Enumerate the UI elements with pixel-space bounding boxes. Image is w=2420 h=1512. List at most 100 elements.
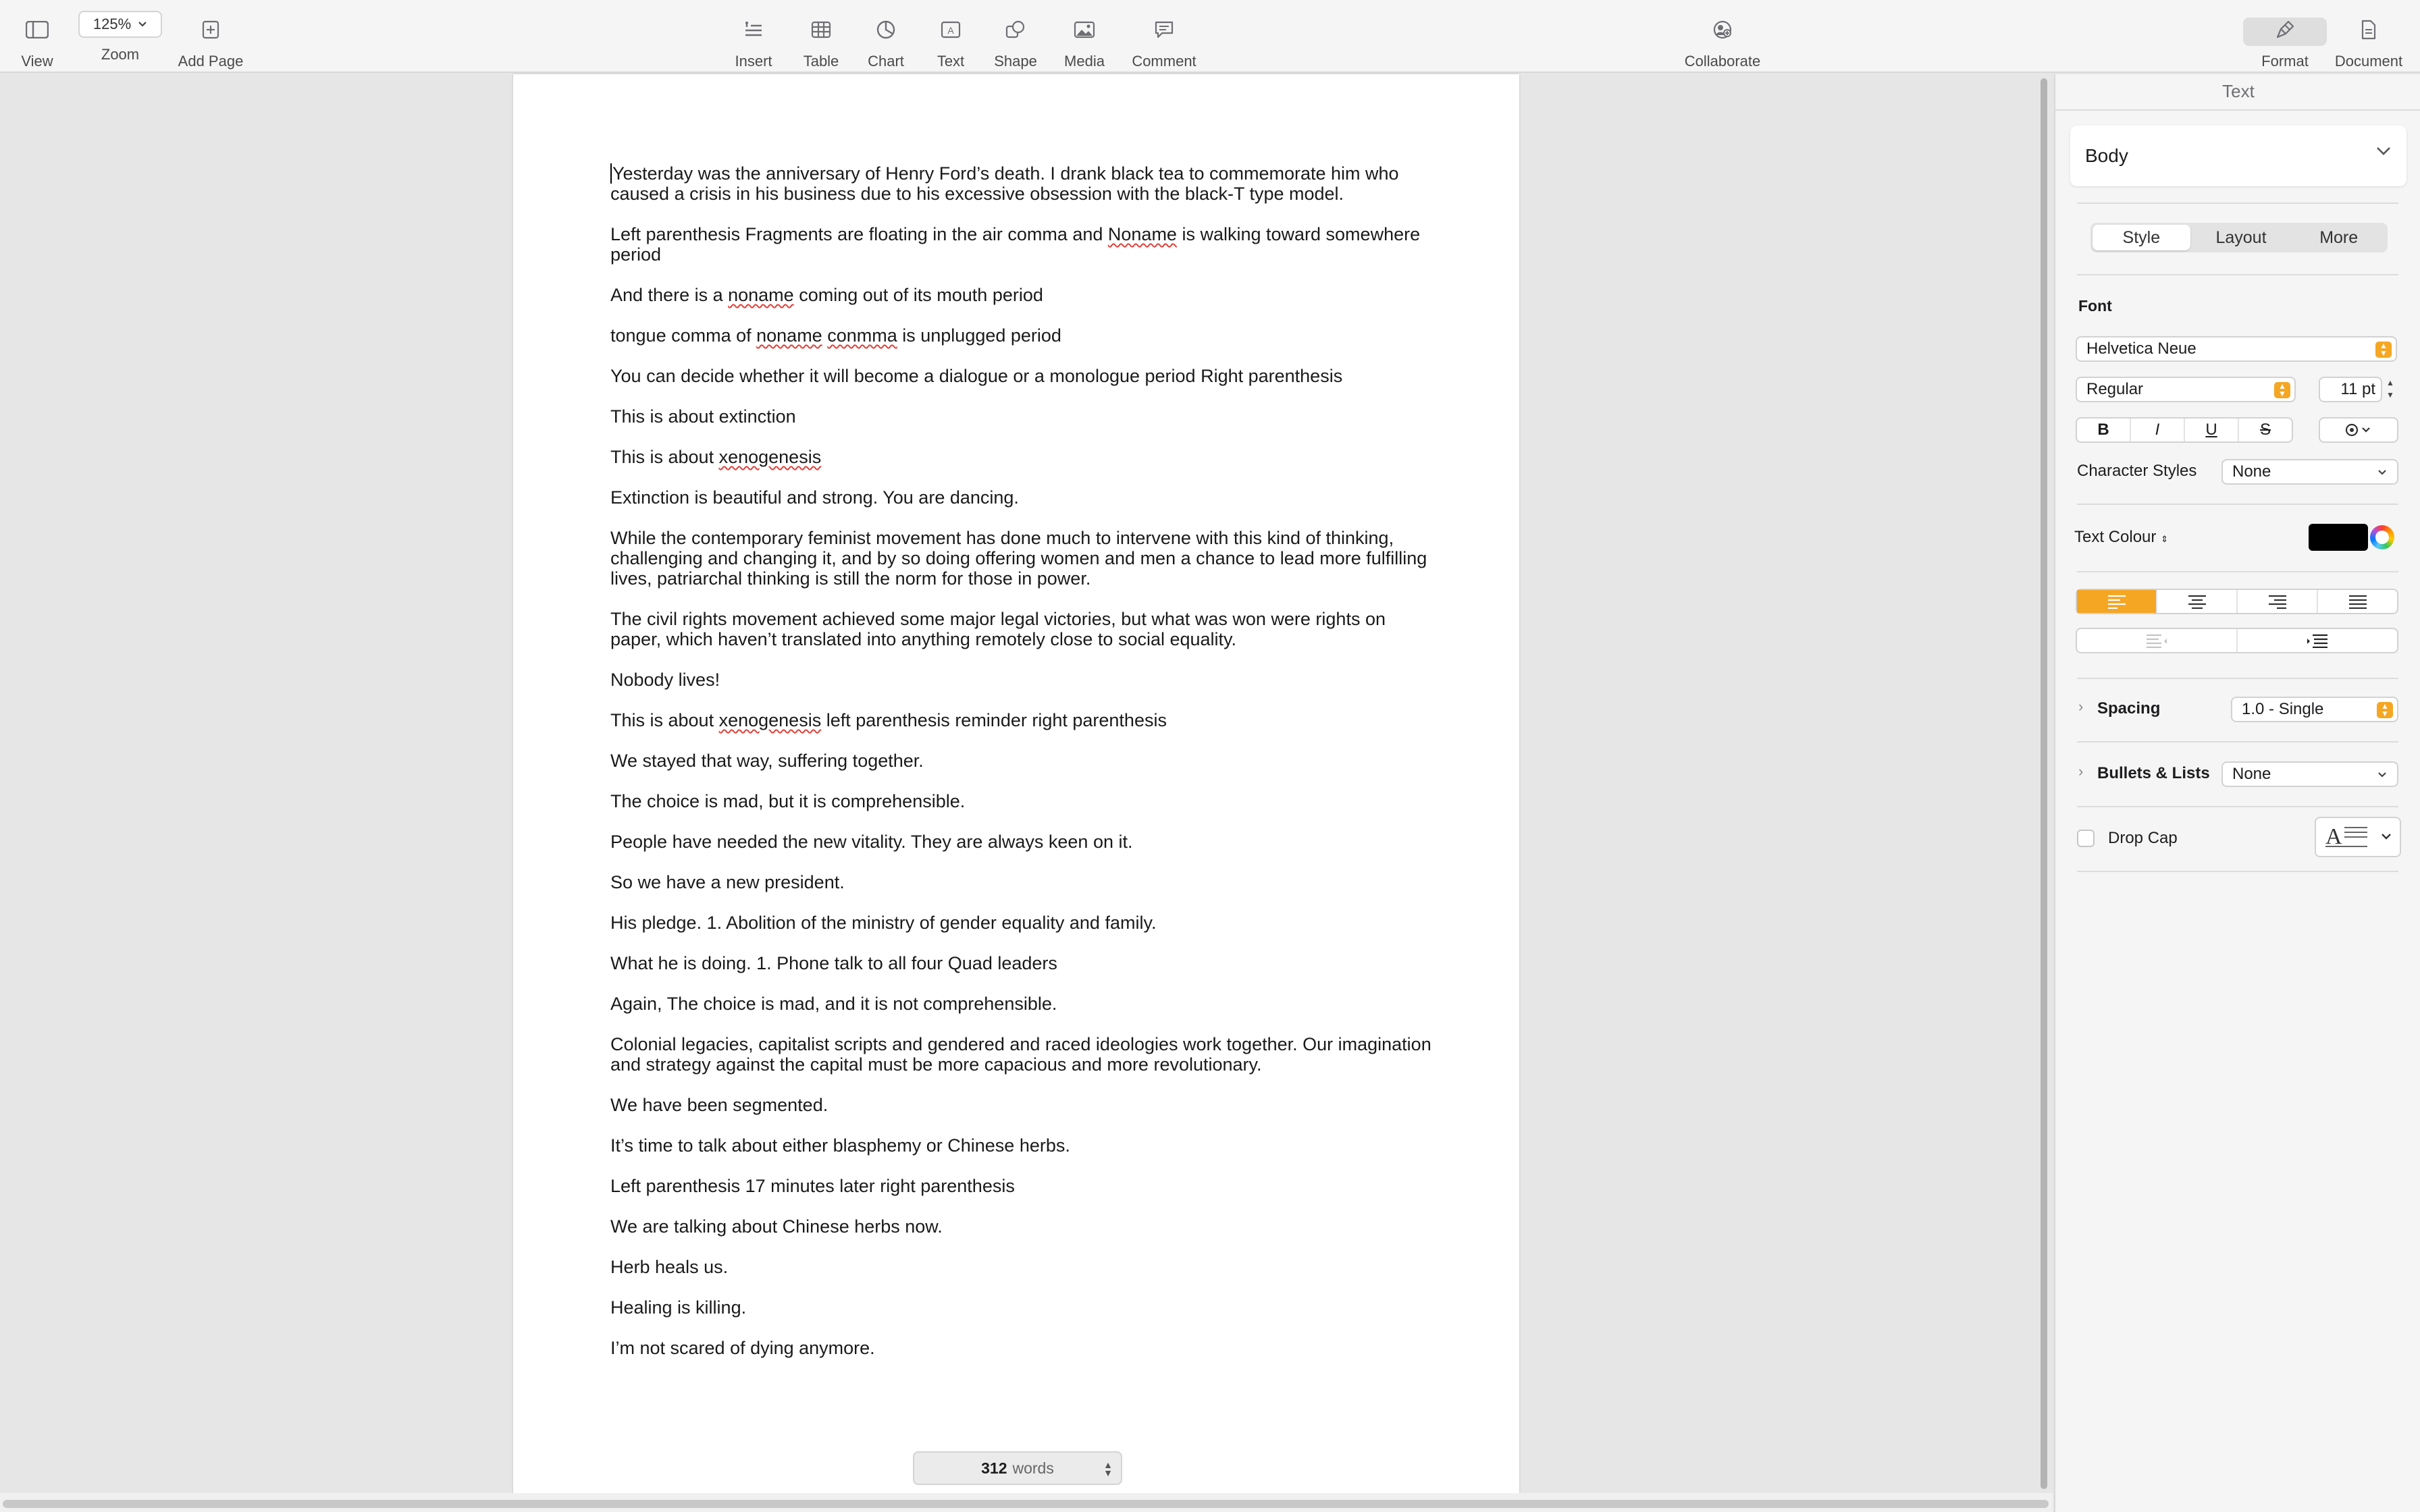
inspector-tabs: Style Layout More — [2090, 223, 2388, 252]
document-paragraph[interactable]: Extinction is beautiful and strong. You … — [610, 487, 1434, 508]
document-paragraph[interactable]: And there is a noname coming out of its … — [610, 285, 1434, 305]
spacing-popup[interactable]: 1.0 - Single ▲ ▼ — [2231, 697, 2398, 722]
chart-button[interactable]: Chart — [859, 11, 913, 72]
tab-layout[interactable]: Layout — [2192, 223, 2290, 252]
underline-button[interactable]: U — [2185, 418, 2239, 441]
word-count-badge[interactable]: 312 words ▲ ▼ — [913, 1451, 1122, 1485]
font-size-field[interactable]: 11 pt — [2319, 377, 2382, 402]
paragraph-style-popup[interactable]: Body — [2070, 126, 2406, 186]
strikethrough-button[interactable]: S — [2239, 418, 2292, 441]
paragraph-text: Extinction is beautiful and strong. You … — [610, 487, 1019, 508]
table-button[interactable]: Table — [794, 11, 848, 72]
add-page-button[interactable]: Add Page — [177, 11, 244, 72]
italic-button[interactable]: I — [2131, 418, 2185, 441]
divider — [2077, 741, 2398, 742]
paragraph-text: Colonial legacies, capitalist scripts an… — [610, 1034, 1431, 1075]
text-options-popup[interactable] — [2319, 417, 2398, 443]
collaborate-button[interactable]: Collaborate — [1679, 11, 1766, 72]
increase-indent-button[interactable] — [2238, 629, 2397, 652]
horizontal-scrollbar[interactable] — [0, 1493, 2053, 1512]
document-paragraph[interactable]: I’m not scared of dying anymore. — [610, 1338, 1434, 1358]
character-styles-popup[interactable]: None — [2221, 459, 2398, 485]
tab-style[interactable]: Style — [2093, 225, 2190, 250]
font-family-popup[interactable]: Helvetica Neue ▲ ▼ — [2076, 336, 2397, 362]
document-paragraph[interactable]: While the contemporary feminist movement… — [610, 528, 1434, 589]
document-paragraph[interactable]: Left parenthesis Fragments are floating … — [610, 224, 1434, 265]
media-button[interactable]: Media — [1057, 11, 1111, 72]
zoom-control[interactable]: 125% Zoom — [77, 5, 163, 66]
drop-cap-checkbox[interactable] — [2077, 830, 2095, 847]
document-paragraph[interactable]: We stayed that way, suffering together. — [610, 751, 1434, 771]
paragraph-text: We have been segmented. — [610, 1095, 828, 1115]
document-paragraph[interactable]: His pledge. 1. Abolition of the ministry… — [610, 913, 1434, 933]
misspelled-word: Noname — [1107, 224, 1177, 244]
justify-button[interactable] — [2318, 590, 2397, 613]
format-button[interactable]: Format — [2253, 11, 2317, 72]
document-body[interactable]: Yesterday was the anniversary of Henry F… — [610, 163, 1434, 1378]
document-paragraph[interactable]: Herb heals us. — [610, 1257, 1434, 1277]
divider — [2077, 571, 2398, 572]
comment-button[interactable]: Comment — [1126, 11, 1202, 72]
align-center-button[interactable] — [2157, 590, 2238, 613]
paragraph-text: left parenthesis reminder right parenthe… — [821, 710, 1167, 730]
chevron-right-icon[interactable]: › — [2078, 698, 2083, 716]
document-paragraph[interactable]: Nobody lives! — [610, 670, 1434, 690]
document-paragraph[interactable]: We have been segmented. — [610, 1095, 1434, 1115]
inspector-title: Text — [2222, 81, 2255, 101]
document-paragraph[interactable]: This is about xenogenesis left parenthes… — [610, 710, 1434, 730]
bullets-value: None — [2232, 765, 2271, 783]
align-left-button[interactable] — [2077, 590, 2157, 613]
divider — [2077, 274, 2398, 275]
shape-label: Shape — [994, 53, 1037, 70]
zoom-popup[interactable]: 125% — [78, 11, 162, 38]
misspelled-word: xenogenesis — [718, 447, 822, 467]
document-paragraph[interactable]: Yesterday was the anniversary of Henry F… — [610, 163, 1434, 204]
bullets-lists-label[interactable]: Bullets & Lists — [2097, 764, 2210, 783]
paragraph-text: The choice is mad, but it is comprehensi… — [610, 791, 966, 811]
text-button[interactable]: A Text — [924, 11, 978, 72]
document-paragraph[interactable]: We are talking about Chinese herbs now. — [610, 1216, 1434, 1237]
horizontal-scrollbar-thumb[interactable] — [3, 1500, 2049, 1508]
document-paragraph[interactable]: The civil rights movement achieved some … — [610, 609, 1434, 649]
divider — [2077, 678, 2398, 679]
document-paragraph[interactable]: Left parenthesis 17 minutes later right … — [610, 1176, 1434, 1196]
chevron-right-icon[interactable]: › — [2078, 763, 2083, 780]
document-paragraph[interactable]: This is about xenogenesis — [610, 447, 1434, 467]
vertical-scrollbar[interactable] — [2039, 76, 2049, 1493]
document-page[interactable]: Yesterday was the anniversary of Henry F… — [513, 74, 1519, 1493]
bold-button[interactable]: B — [2077, 418, 2131, 441]
document-paragraph[interactable]: Colonial legacies, capitalist scripts an… — [610, 1034, 1434, 1075]
align-right-button[interactable] — [2238, 590, 2318, 613]
document-paragraph[interactable]: Healing is killing. — [610, 1297, 1434, 1318]
text-colour-swatch[interactable] — [2309, 524, 2368, 551]
document-paragraph[interactable]: So we have a new president. — [610, 872, 1434, 892]
font-section-label: Font — [2078, 297, 2112, 315]
colour-wheel-icon[interactable] — [2370, 525, 2394, 549]
document-paragraph[interactable]: tongue comma of noname conmma is unplugg… — [610, 325, 1434, 346]
document-button[interactable]: Document — [2328, 11, 2409, 72]
document-paragraph[interactable]: People have needed the new vitality. The… — [610, 832, 1434, 852]
decrease-indent-button[interactable] — [2077, 629, 2238, 652]
document-paragraph[interactable]: This is about extinction — [610, 406, 1434, 427]
document-paragraph[interactable]: You can decide whether it will become a … — [610, 366, 1434, 386]
svg-text:A: A — [947, 25, 954, 36]
view-button[interactable]: View — [14, 11, 61, 72]
document-paragraph[interactable]: The choice is mad, but it is comprehensi… — [610, 791, 1434, 811]
vertical-scrollbar-thumb[interactable] — [2041, 78, 2047, 1489]
document-paragraph[interactable]: What he is doing. 1. Phone talk to all f… — [610, 953, 1434, 973]
spacing-label[interactable]: Spacing — [2097, 699, 2160, 718]
table-icon — [811, 11, 831, 49]
text-colour-label[interactable]: Text Colour ⇕ — [2074, 528, 2168, 547]
insert-button[interactable]: Insert — [727, 11, 781, 72]
font-size-stepper[interactable]: ▲ ▼ — [2386, 377, 2394, 401]
indent-buttons — [2076, 628, 2398, 653]
shape-button[interactable]: Shape — [989, 11, 1043, 72]
drop-cap-style-popup[interactable]: A — [2315, 817, 2401, 857]
font-weight-popup[interactable]: Regular ▲ ▼ — [2076, 377, 2296, 402]
document-paragraph[interactable]: Again, The choice is mad, and it is not … — [610, 994, 1434, 1014]
misspelled-word: noname — [728, 285, 794, 305]
bullets-popup[interactable]: None — [2221, 761, 2398, 787]
document-canvas[interactable]: Yesterday was the anniversary of Henry F… — [0, 74, 2053, 1493]
tab-more[interactable]: More — [2290, 223, 2388, 252]
document-paragraph[interactable]: It’s time to talk about either blasphemy… — [610, 1135, 1434, 1156]
